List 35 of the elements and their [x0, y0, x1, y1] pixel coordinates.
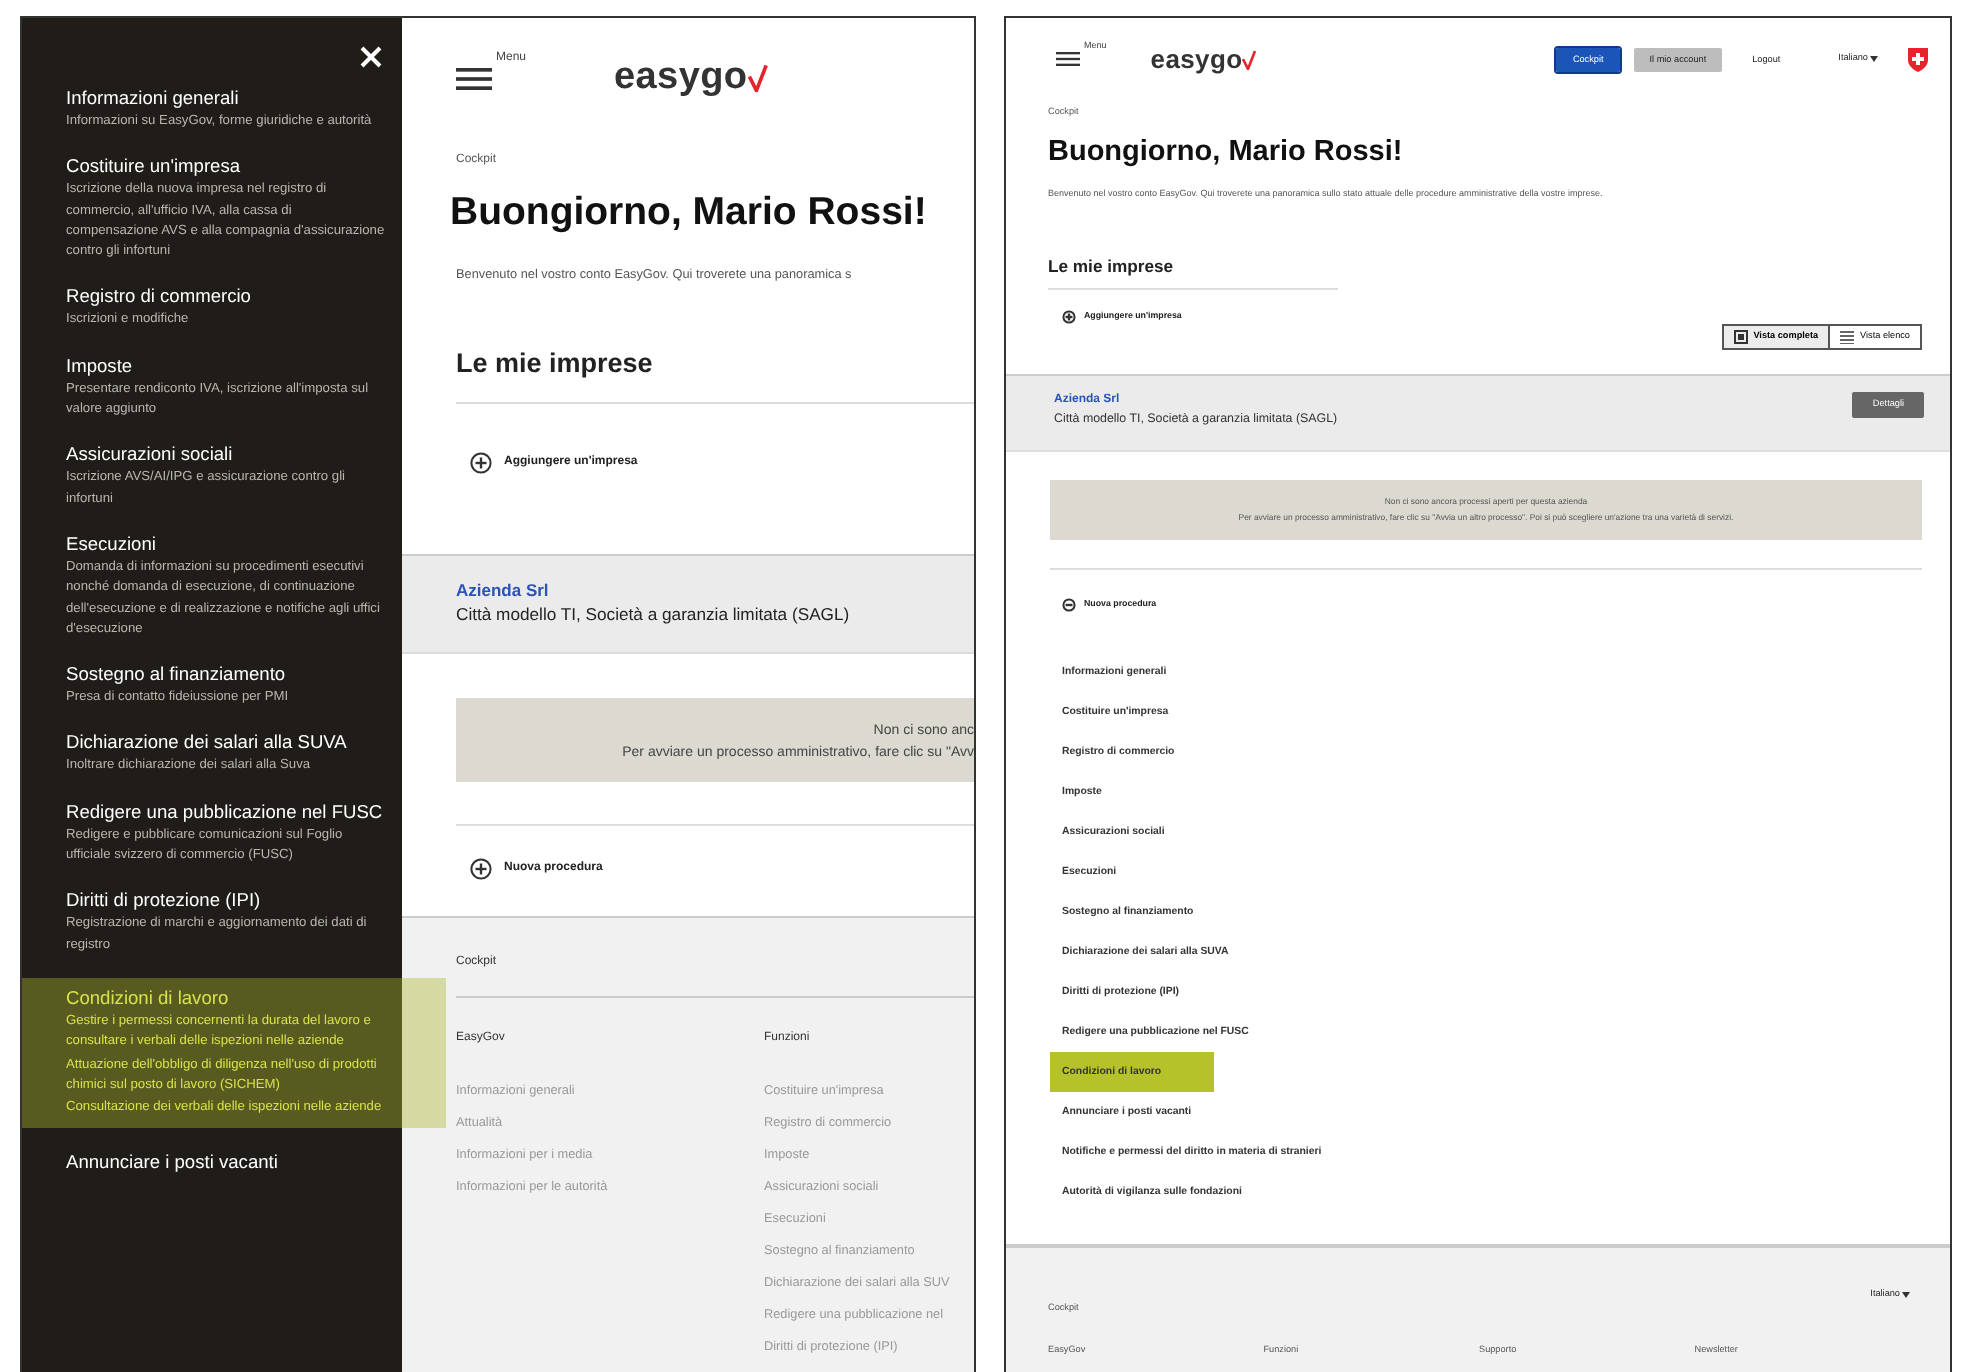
list-icon — [1840, 329, 1855, 344]
menu-item-title: Imposte — [66, 353, 135, 378]
menu-item-title: Condizioni di lavoro — [66, 985, 231, 1010]
menu-item-title: Esecuzioni — [66, 531, 158, 556]
menu-item-title: Redigere una pubblicazione nel FUSC — [66, 799, 385, 824]
company-details: Città modello TI, Società a garanzia limitata (SAGL) — [456, 602, 852, 629]
minus-circle-icon[interactable] — [1062, 598, 1076, 613]
check-mark-icon — [747, 64, 767, 93]
menu-icon[interactable] — [456, 67, 492, 90]
menu-icon[interactable] — [1056, 52, 1080, 67]
plus-circle-icon[interactable] — [470, 858, 492, 881]
greeting-heading: Buongiorno, Mario Rossi! — [1048, 134, 1405, 173]
shield-cross-icon — [1908, 47, 1928, 72]
caret-icon — [1870, 56, 1878, 63]
menu-item-title: Diritti di protezione (IPI) — [66, 888, 263, 913]
greeting-heading: Buongiorno, Mario Rossi! — [450, 187, 929, 237]
menu-item-title: Dichiarazione dei salari alla SUVA — [66, 730, 349, 755]
menu-item-title: Registro di commercio — [66, 284, 253, 309]
plus-circle-icon[interactable] — [1062, 309, 1076, 324]
menu-item-title: Assicurazioni sociali — [66, 442, 235, 467]
menu-item-title: Annunciare i posti vacanti — [66, 1150, 280, 1175]
plus-circle-icon[interactable] — [470, 451, 492, 474]
menu-item-title: Costituire un'impresa — [66, 154, 243, 179]
close-icon[interactable] — [360, 46, 382, 68]
menu-item-title: Informazioni generali — [66, 86, 241, 110]
logo-text[interactable]: easygo — [1150, 40, 1243, 79]
caret-icon — [1902, 1292, 1910, 1299]
logo-text[interactable]: easygo — [614, 50, 748, 107]
grid-icon — [1733, 329, 1748, 344]
company-name-link[interactable]: Azienda Srl — [456, 577, 974, 603]
menu-item[interactable]: Annunciare i posti vacanti — [22, 1150, 402, 1175]
section-heading: Le mie imprese — [1048, 253, 1338, 290]
check-mark-icon — [1242, 49, 1257, 70]
menu-item-title: Sostegno al finanziamento — [66, 662, 288, 687]
section-heading: Le mie imprese — [456, 344, 974, 404]
